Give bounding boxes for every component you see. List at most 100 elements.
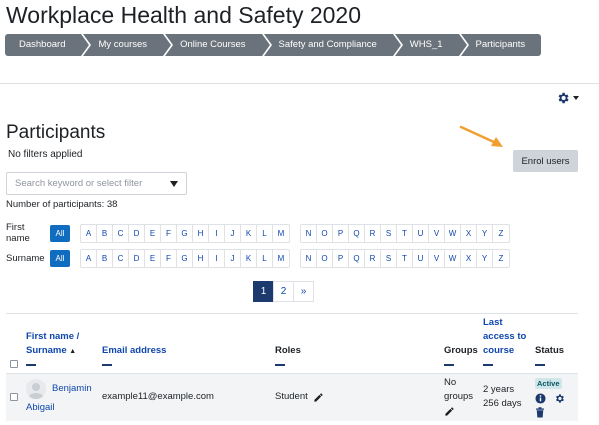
first-name-letter[interactable]: Y [477, 224, 493, 242]
page-title: Participants [6, 122, 106, 143]
surname-letter[interactable]: O [317, 250, 333, 267]
surname-letter[interactable]: L [257, 250, 273, 267]
first-name-letter[interactable]: Q [349, 224, 365, 242]
status-badge: Active [535, 378, 562, 389]
actions-menu-button[interactable] [556, 91, 579, 105]
trash-icon[interactable] [535, 405, 545, 423]
surname-letter[interactable]: S [381, 250, 397, 267]
first-name-letter[interactable]: P [333, 224, 349, 242]
surname-letter[interactable]: F [161, 250, 177, 267]
first-name-letter[interactable]: B [97, 224, 113, 242]
first-name-letter[interactable]: J [225, 224, 241, 242]
search-placeholder: Search keyword or select filter [15, 178, 143, 189]
pencil-icon[interactable] [313, 390, 324, 408]
collapse-roles-column[interactable] [275, 364, 285, 366]
surname-initials-label: Surname [6, 253, 45, 264]
participant-role: Student [275, 391, 308, 402]
participant-first-name[interactable]: Benjamin [52, 382, 92, 396]
first-name-initials-bar: First name All A B C D E F G H I J K L M… [6, 222, 510, 244]
search-filter-input[interactable]: Search keyword or select filter [6, 172, 187, 195]
first-name-letter[interactable]: I [209, 224, 225, 242]
pencil-icon[interactable] [444, 404, 455, 422]
breadcrumb-participants[interactable]: Participants [460, 34, 542, 56]
first-name-letter[interactable]: Z [493, 225, 509, 242]
first-name-letter[interactable]: C [113, 224, 129, 242]
first-name-letter[interactable]: D [129, 224, 145, 242]
select-all-checkbox[interactable] [10, 360, 18, 368]
surname-letter[interactable]: K [241, 250, 257, 267]
first-name-initials-label: First name [6, 222, 30, 244]
breadcrumb-online-courses[interactable]: Online Courses [165, 34, 271, 56]
gear-icon[interactable] [554, 391, 565, 409]
first-name-letter[interactable]: E [145, 224, 161, 242]
breadcrumb-whs-1[interactable]: WHS_1 [394, 34, 467, 56]
first-name-letter[interactable]: G [177, 224, 193, 242]
table-row-border [6, 373, 578, 374]
column-header-email[interactable]: Email address [102, 344, 166, 358]
surname-letter[interactable]: J [225, 250, 241, 267]
first-name-letter[interactable]: H [193, 224, 209, 242]
column-header-last-access-line2: access to [483, 331, 527, 342]
first-name-letter[interactable]: A [81, 224, 97, 242]
collapse-status-column[interactable] [535, 364, 545, 366]
breadcrumb-safety-and-compliance[interactable]: Safety and Compliance [263, 34, 402, 56]
filters-note: No filters applied [8, 149, 83, 160]
row-select-checkbox[interactable] [10, 393, 18, 401]
first-name-letter[interactable]: W [445, 224, 461, 242]
surname-letters-a-m: A B C D E F G H I J K L M [80, 249, 290, 268]
first-name-letters-n-z: N O P Q R S T U V W X Y Z [300, 223, 510, 243]
first-name-letter[interactable]: T [397, 224, 413, 242]
first-name-letter[interactable]: L [257, 224, 273, 242]
surname-letter[interactable]: R [365, 250, 381, 267]
column-header-roles: Roles [275, 345, 301, 356]
surname-letter[interactable]: M [273, 250, 289, 267]
surname-letter[interactable]: G [177, 250, 193, 267]
first-name-letter[interactable]: S [381, 224, 397, 242]
surname-letter[interactable]: Q [349, 250, 365, 267]
breadcrumb-my-courses[interactable]: My courses [83, 34, 171, 56]
collapse-last-access-column[interactable] [483, 364, 493, 366]
surname-letter[interactable]: D [129, 250, 145, 267]
collapse-name-column[interactable] [26, 364, 36, 366]
surname-letter[interactable]: V [429, 250, 445, 267]
next-page-button[interactable]: » [293, 281, 314, 302]
column-header-last-access[interactable]: Last access to course [483, 316, 526, 358]
collapse-email-column[interactable] [102, 364, 112, 366]
surname-letter[interactable]: X [461, 250, 477, 267]
surname-letter[interactable]: U [413, 250, 429, 267]
first-name-letter[interactable]: V [429, 224, 445, 242]
surname-letter[interactable]: B [97, 250, 113, 267]
enrol-users-button[interactable]: Enrol users [513, 150, 578, 172]
first-name-letter[interactable]: K [241, 224, 257, 242]
surname-letter[interactable]: P [333, 250, 349, 267]
first-name-letter[interactable]: F [161, 224, 177, 242]
first-name-letter[interactable]: R [365, 224, 381, 242]
surname-letter[interactable]: Z [493, 250, 509, 267]
surname-letter[interactable]: Y [477, 250, 493, 267]
participant-email: example11@example.com [102, 391, 214, 402]
surname-letter[interactable]: T [397, 250, 413, 267]
surname-letter[interactable]: A [81, 250, 97, 267]
first-name-letters-a-m: A B C D E F G H I J K L M [80, 223, 290, 243]
page-1-button[interactable]: 1 [253, 281, 274, 302]
surname-letter[interactable]: N [301, 250, 317, 267]
surname-all-button[interactable]: All [50, 250, 70, 267]
first-name-letter[interactable]: N [301, 224, 317, 242]
first-name-letter[interactable]: U [413, 224, 429, 242]
surname-letter[interactable]: E [145, 250, 161, 267]
surname-letter[interactable]: C [113, 250, 129, 267]
breadcrumb-dashboard[interactable]: Dashboard [5, 34, 91, 56]
first-name-all-button[interactable]: All [50, 224, 70, 242]
first-name-letter[interactable]: M [273, 225, 289, 242]
collapse-groups-column[interactable] [444, 364, 454, 366]
surname-letter[interactable]: W [445, 250, 461, 267]
first-name-letter[interactable]: O [317, 224, 333, 242]
participant-last-access: 2 years 256 days [483, 383, 522, 411]
surname-letter[interactable]: I [209, 250, 225, 267]
page-2-button[interactable]: 2 [273, 281, 294, 302]
participant-count: Number of participants: 38 [6, 199, 118, 210]
participant-surname[interactable]: Abigail [26, 401, 55, 415]
first-name-letter[interactable]: X [461, 224, 477, 242]
surname-letter[interactable]: H [193, 250, 209, 267]
column-header-name[interactable]: First name / Surname ▲ [26, 330, 79, 359]
